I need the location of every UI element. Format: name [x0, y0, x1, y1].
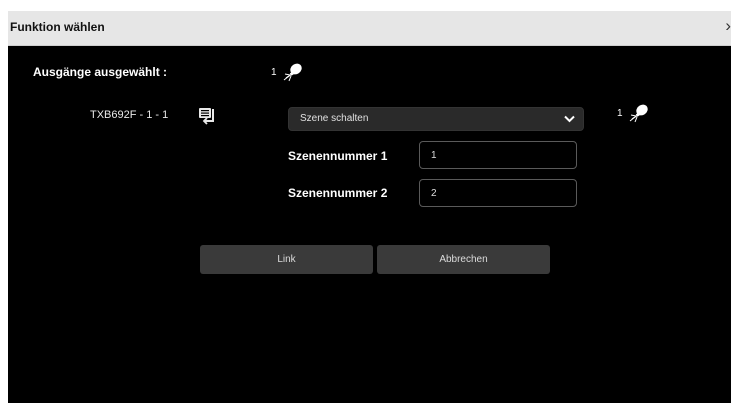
scene-number-1-label: Szenennummer 1 [288, 149, 388, 163]
device-output-count: 1 [617, 108, 623, 119]
function-select[interactable]: Szene schalten [288, 107, 584, 131]
dialog-title: Funktion wählen [10, 20, 105, 34]
scene-number-2-label: Szenennummer 2 [288, 186, 388, 200]
link-button[interactable]: Link [200, 245, 373, 274]
function-dialog: Funktion wählen › Ausgänge ausgewählt : … [8, 11, 731, 403]
device-name: TXB692F - 1 - 1 [90, 109, 169, 121]
outputs-selected-label: Ausgänge ausgewählt : [33, 65, 168, 79]
scene-number-1-input[interactable] [419, 141, 577, 169]
title-bar: Funktion wählen › [8, 11, 731, 46]
light-bulb-icon [283, 63, 302, 82]
scene-number-2-input[interactable] [419, 179, 577, 207]
device-transfer-icon [199, 108, 214, 125]
close-icon[interactable]: › [725, 16, 731, 36]
cancel-button[interactable]: Abbrechen [377, 245, 550, 274]
outputs-count: 1 [271, 67, 277, 78]
function-select-value: Szene schalten [300, 113, 369, 124]
chevron-down-icon [564, 115, 575, 123]
light-bulb-icon [629, 104, 648, 123]
